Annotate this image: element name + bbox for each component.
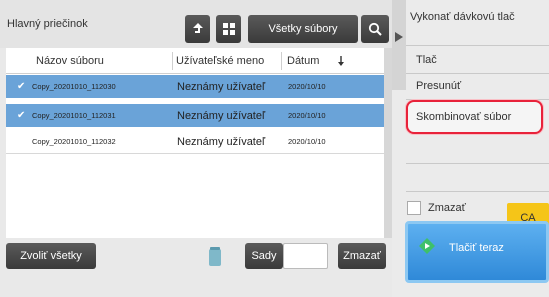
sets-input[interactable]	[283, 243, 328, 269]
file-list: Názov súboru Užívateľské meno Dátum ✔ Co…	[6, 48, 391, 238]
file-date: 2020/10/10	[288, 82, 326, 91]
sets-button[interactable]: Sady	[245, 243, 283, 269]
sort-descending-icon[interactable]	[337, 56, 345, 67]
table-row[interactable]: ✔ Copy_20201010_112030 Neznámy užívateľ …	[6, 75, 391, 99]
action-print[interactable]: Tlač	[406, 46, 549, 74]
thumbnail-view-button[interactable]	[216, 15, 241, 43]
play-icon	[395, 32, 403, 42]
empty-action-slot	[406, 164, 549, 192]
table-row[interactable]: ✔ Copy_20201010_112031 Neznámy užívateľ …	[6, 104, 391, 128]
file-name: Copy_20201010_112031	[32, 111, 116, 120]
column-divider	[281, 52, 282, 70]
file-date: 2020/10/10	[288, 137, 326, 146]
table-header: Názov súboru Užívateľské meno Dátum	[6, 48, 391, 74]
start-icon	[419, 238, 435, 254]
file-date: 2020/10/10	[288, 111, 326, 120]
folder-title: Hlavný priečinok	[7, 18, 88, 30]
folder-up-icon	[192, 23, 203, 33]
select-all-button[interactable]: Zvoliť všetky	[6, 243, 96, 269]
column-header-file-name[interactable]: Názov súboru	[36, 48, 104, 74]
panel-toggle[interactable]	[392, 0, 406, 90]
action-batch-print[interactable]: Vykonať dávkovú tlač	[406, 0, 549, 46]
check-icon: ✔	[17, 81, 26, 92]
delete-checkbox-label: Zmazať	[428, 202, 466, 214]
scrollbar[interactable]	[384, 48, 392, 238]
print-now-label: Tlačiť teraz	[449, 242, 504, 254]
user-name: Neznámy užívateľ	[177, 110, 266, 122]
delete-checkbox[interactable]	[407, 201, 421, 215]
column-divider	[172, 52, 173, 70]
search-button[interactable]	[361, 15, 389, 43]
file-name: Copy_20201010_112032	[32, 137, 116, 146]
all-files-button[interactable]: Všetky súbory	[248, 15, 358, 43]
folder-up-button[interactable]	[185, 15, 210, 43]
action-combine-file[interactable]: Skombinovať súbor	[416, 108, 536, 126]
empty-action-slot	[406, 136, 549, 164]
trash-icon[interactable]	[208, 247, 222, 267]
grid-icon	[222, 23, 235, 35]
user-name: Neznámy užívateľ	[177, 136, 266, 148]
table-row[interactable]: Copy_20201010_112032 Neznámy užívateľ 20…	[6, 130, 391, 154]
column-header-user[interactable]: Užívateľské meno	[176, 48, 264, 74]
check-icon: ✔	[17, 110, 26, 121]
user-name: Neznámy užívateľ	[177, 81, 266, 93]
delete-button[interactable]: Zmazať	[338, 243, 386, 269]
search-icon	[368, 22, 382, 36]
action-move[interactable]: Presunúť	[406, 72, 549, 100]
file-name: Copy_20201010_112030	[32, 82, 116, 91]
column-header-date[interactable]: Dátum	[287, 48, 319, 74]
